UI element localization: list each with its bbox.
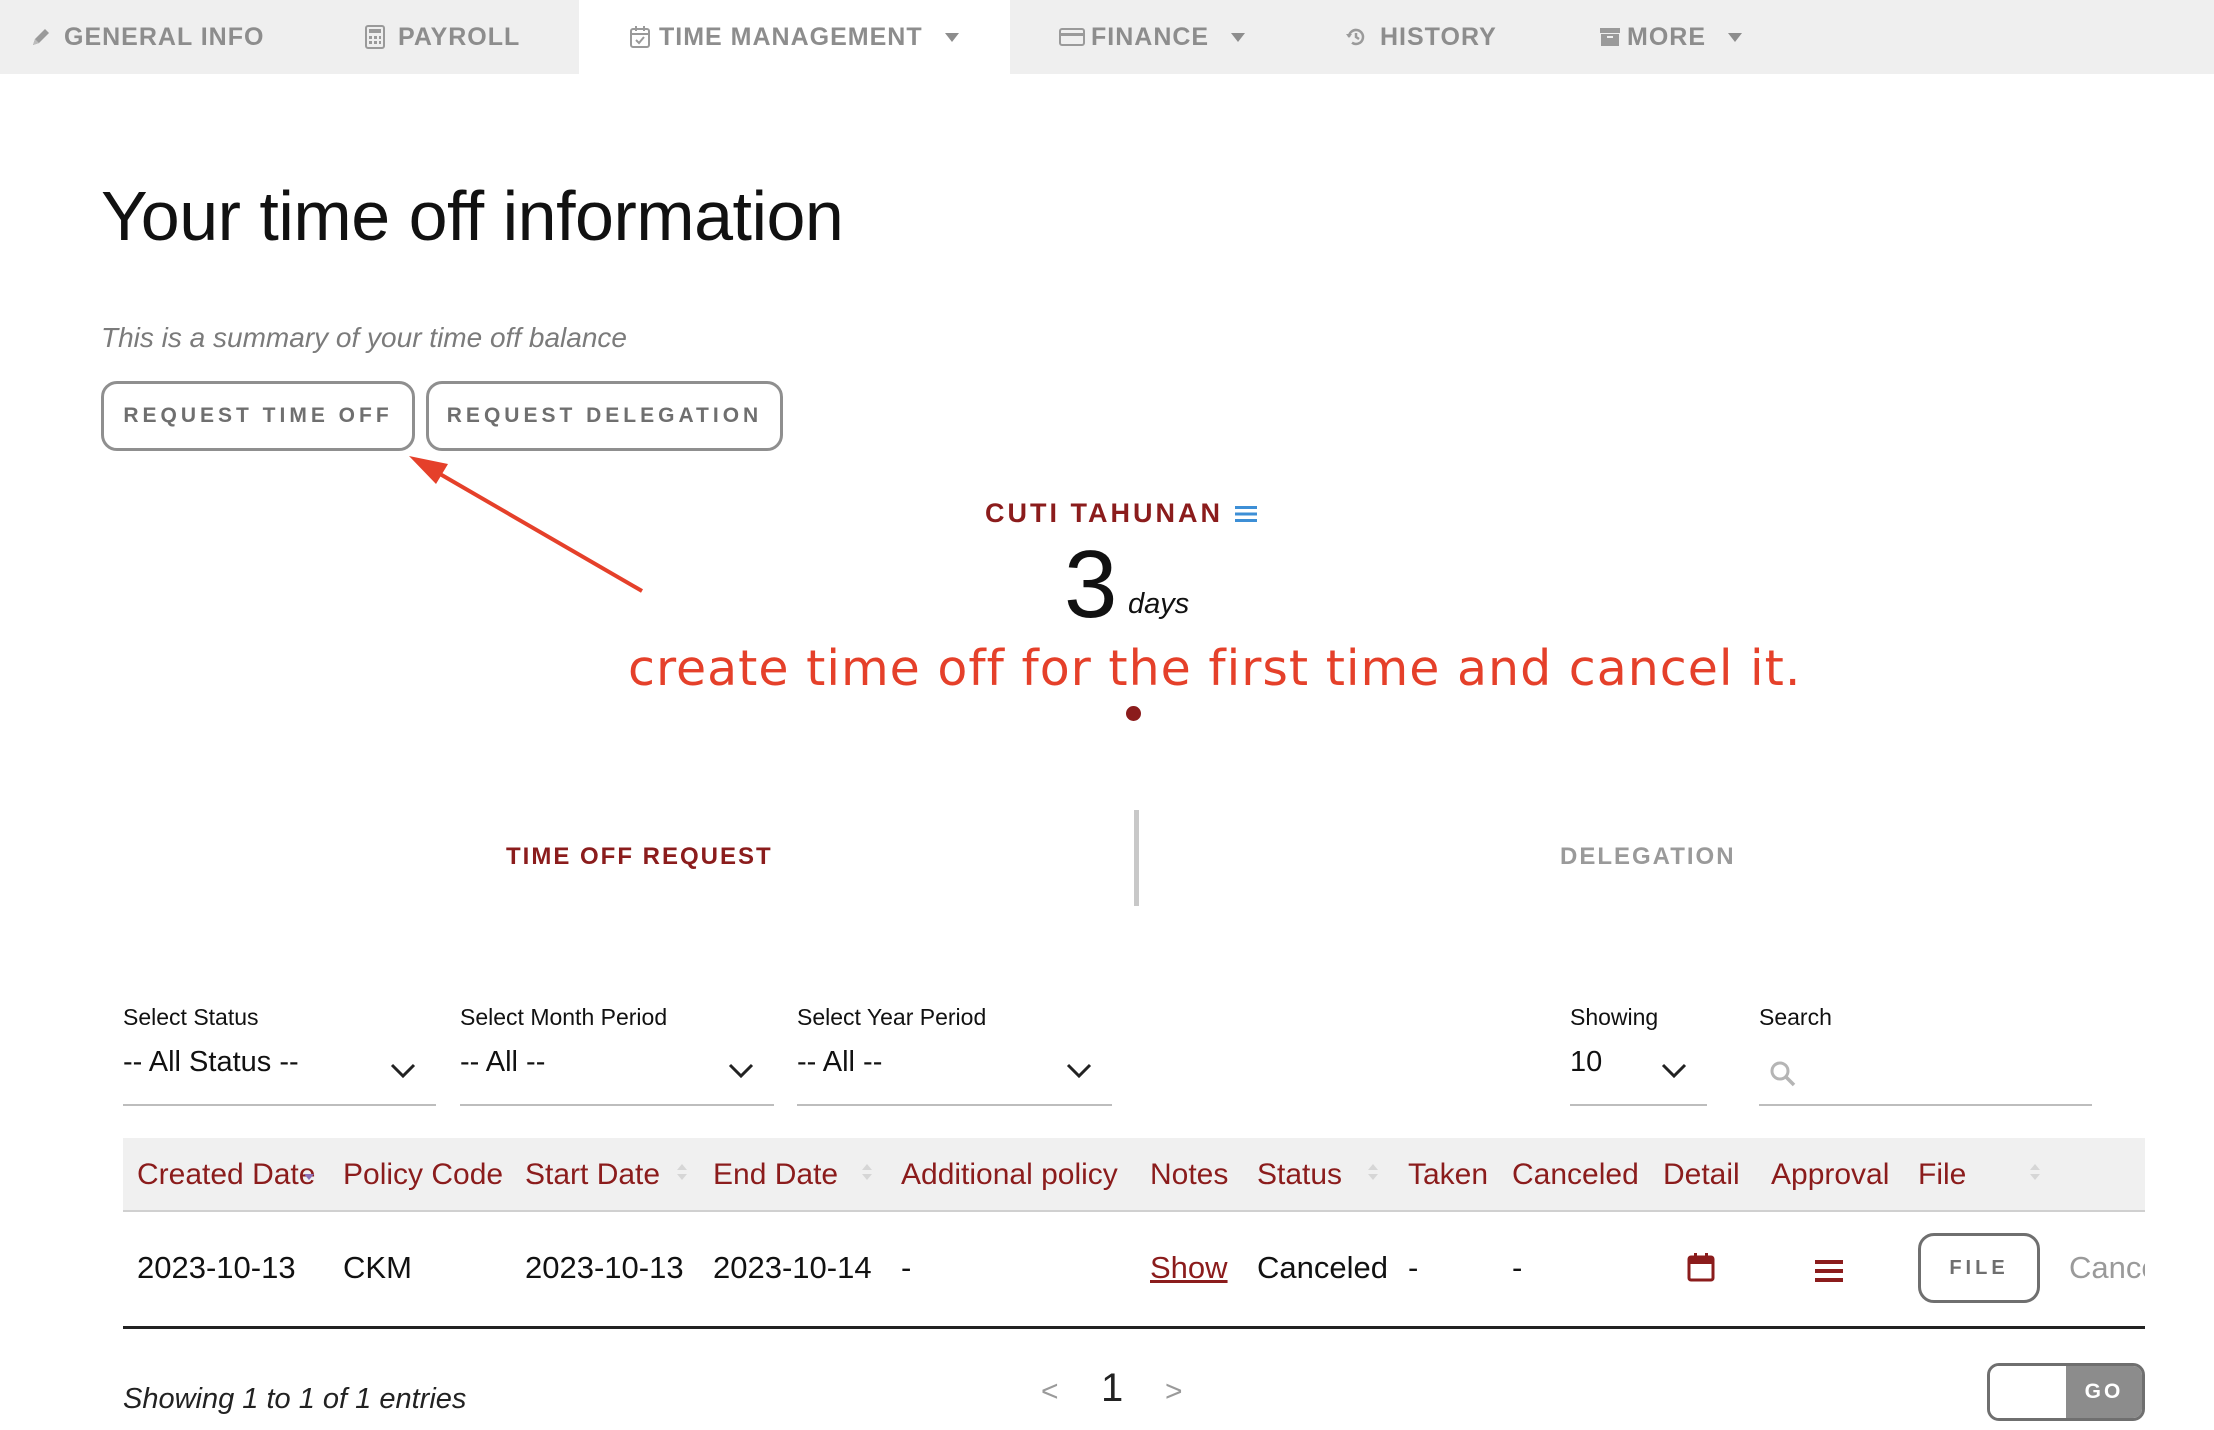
carousel-dot[interactable] bbox=[1126, 706, 1141, 721]
cell-end-date: 2023-10-14 bbox=[713, 1250, 872, 1285]
status-select[interactable]: -- All Status -- bbox=[123, 1046, 436, 1106]
page-size-value: 10 bbox=[1570, 1046, 1603, 1078]
search-icon bbox=[1769, 1060, 1797, 1096]
status-filter: Select Status -- All Status -- bbox=[123, 1004, 436, 1106]
notes-show-link[interactable]: Show bbox=[1150, 1250, 1228, 1286]
subtab-divider bbox=[1134, 810, 1139, 906]
year-filter-label: Select Year Period bbox=[797, 1004, 987, 1030]
col-file[interactable]: File bbox=[1918, 1158, 1966, 1192]
chevron-down-icon bbox=[728, 1054, 754, 1087]
col-detail[interactable]: Detail bbox=[1663, 1158, 1740, 1192]
cell-policy-code: CKM bbox=[343, 1250, 412, 1285]
go-button[interactable]: GO bbox=[2066, 1366, 2142, 1418]
goto-page-input[interactable] bbox=[1990, 1366, 2070, 1418]
sort-icon bbox=[1367, 1160, 1379, 1189]
col-additional-policy[interactable]: Additional policy bbox=[901, 1158, 1118, 1192]
col-approval[interactable]: Approval bbox=[1771, 1158, 1889, 1192]
col-policy-code[interactable]: Policy Code bbox=[343, 1158, 503, 1192]
pagination-next[interactable]: > bbox=[1165, 1375, 1183, 1409]
month-select-value: -- All -- bbox=[460, 1046, 546, 1078]
entries-info: Showing 1 to 1 of 1 entries bbox=[123, 1383, 467, 1415]
col-created-date[interactable]: Created Date bbox=[137, 1158, 315, 1192]
cancel-button[interactable]: Cancel bbox=[2069, 1250, 2145, 1286]
col-notes[interactable]: Notes bbox=[1150, 1158, 1228, 1192]
sort-icon bbox=[861, 1160, 873, 1189]
month-select[interactable]: -- All -- bbox=[460, 1046, 774, 1106]
sort-icon bbox=[676, 1160, 688, 1189]
cell-status: Canceled bbox=[1257, 1250, 1388, 1285]
col-end-date[interactable]: End Date bbox=[713, 1158, 838, 1192]
sort-icon bbox=[303, 1160, 315, 1189]
year-select-value: -- All -- bbox=[797, 1046, 883, 1078]
month-filter-label: Select Month Period bbox=[460, 1004, 668, 1030]
sort-icon bbox=[2029, 1160, 2041, 1189]
col-taken[interactable]: Taken bbox=[1408, 1158, 1488, 1192]
chevron-down-icon bbox=[1661, 1054, 1687, 1087]
status-select-value: -- All Status -- bbox=[123, 1046, 299, 1078]
col-status[interactable]: Status bbox=[1257, 1158, 1342, 1192]
col-canceled[interactable]: Canceled bbox=[1512, 1158, 1639, 1192]
cell-taken: - bbox=[1408, 1250, 1419, 1285]
file-button[interactable]: FILE bbox=[1918, 1233, 2040, 1303]
search-label: Search bbox=[1759, 1004, 1832, 1030]
tab-time-off-request[interactable]: TIME OFF REQUEST bbox=[506, 843, 773, 871]
cell-canceled: - bbox=[1512, 1250, 1523, 1285]
pagination-prev[interactable]: < bbox=[1041, 1375, 1059, 1409]
chevron-down-icon bbox=[390, 1054, 416, 1087]
col-start-date[interactable]: Start Date bbox=[525, 1158, 660, 1192]
calendar-icon[interactable] bbox=[1687, 1252, 1715, 1290]
table-row: 2023-10-13 CKM 2023-10-13 2023-10-14 - S… bbox=[123, 1210, 2145, 1329]
year-filter: Select Year Period -- All -- bbox=[797, 1004, 1112, 1106]
goto-page: GO bbox=[1987, 1363, 2145, 1421]
page-size-filter: Showing 10 bbox=[1570, 1004, 1707, 1106]
cell-created-date: 2023-10-13 bbox=[137, 1250, 296, 1285]
cell-additional-policy: - bbox=[901, 1250, 912, 1285]
tab-delegation[interactable]: DELEGATION bbox=[1560, 843, 1736, 871]
page-size-select[interactable]: 10 bbox=[1570, 1046, 1707, 1106]
cell-start-date: 2023-10-13 bbox=[525, 1250, 684, 1285]
page-size-label: Showing bbox=[1570, 1004, 1659, 1030]
pagination-page[interactable]: 1 bbox=[1101, 1366, 1123, 1411]
approval-menu-icon[interactable] bbox=[1815, 1255, 1843, 1291]
chevron-down-icon bbox=[1066, 1054, 1092, 1087]
status-filter-label: Select Status bbox=[123, 1004, 259, 1030]
search-input[interactable] bbox=[1759, 1046, 2092, 1106]
annotation-text: create time off for the first time and c… bbox=[628, 640, 1802, 697]
year-select[interactable]: -- All -- bbox=[797, 1046, 1112, 1106]
search-filter: Search bbox=[1759, 1004, 2092, 1106]
table-header: Created Date Policy Code Start Date End … bbox=[123, 1138, 2145, 1212]
month-filter: Select Month Period -- All -- bbox=[460, 1004, 774, 1106]
